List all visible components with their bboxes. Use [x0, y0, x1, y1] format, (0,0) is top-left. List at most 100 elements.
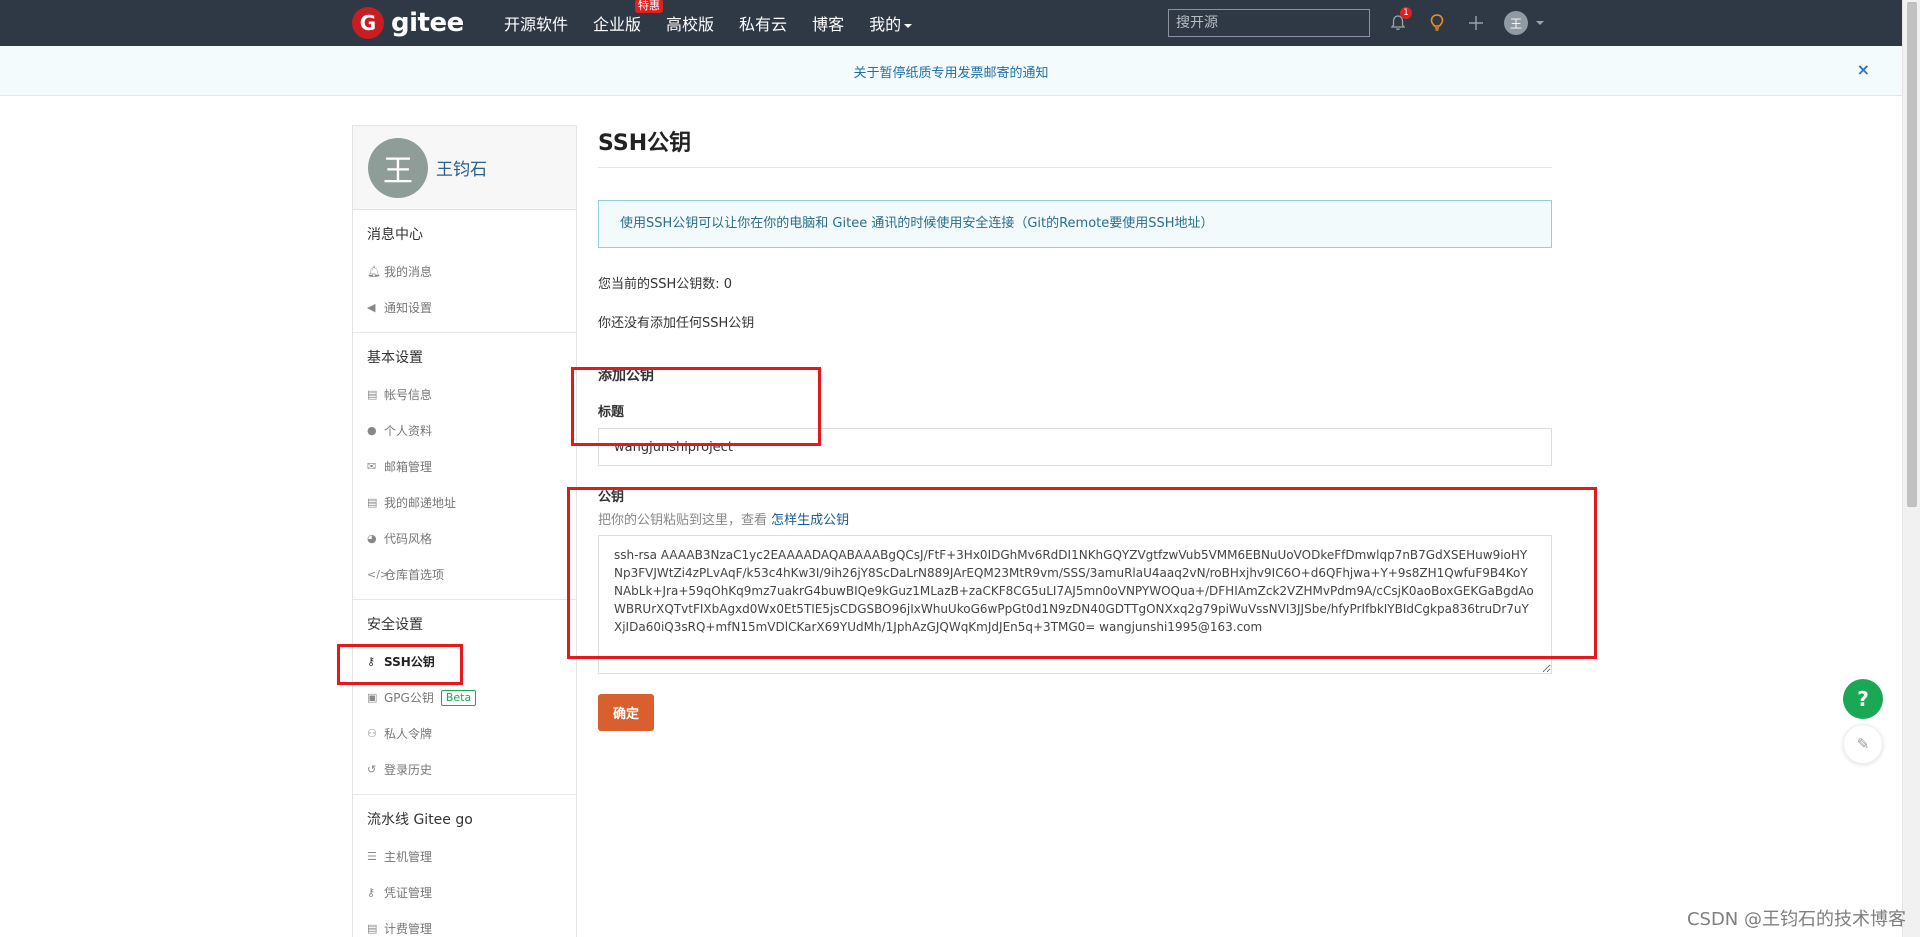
chevron-down-icon[interactable]	[1536, 21, 1544, 25]
sidebar-item-code-style[interactable]: ◕ 代码风格	[367, 521, 576, 557]
sidebar-item-label: 主机管理	[384, 850, 433, 864]
nav-link-opensource[interactable]: 开源软件	[504, 11, 568, 35]
hint-text: 把你的公钥粘贴到这里，查看	[598, 513, 768, 528]
sidebar-item-label: 通知设置	[384, 301, 433, 315]
nav-link-university[interactable]: 高校版	[666, 11, 714, 35]
sidebar-item-label: 凭证管理	[384, 886, 433, 900]
nav-link-enterprise-label: 企业版	[593, 15, 642, 34]
bell-icon: 🔔︎	[367, 265, 381, 278]
sidebar-section-title: 消息中心	[367, 227, 423, 243]
nav-link-private-cloud[interactable]: 私有云	[739, 11, 787, 35]
sidebar-section-security: 安全设置 ⚷ SSH公钥 ▣ GPG公钥 Beta ⚇ 私人令牌 ↺ 登录历史	[353, 600, 576, 795]
sidebar-item-my-messages[interactable]: 🔔︎ 我的消息	[367, 254, 576, 290]
sidebar-item-ssh-keys[interactable]: ⚷ SSH公钥	[367, 644, 576, 680]
key-icon: ⚷	[367, 655, 376, 668]
avatar[interactable]: 王	[368, 137, 428, 198]
settings-sidebar: 王 王钧石 消息中心 🔔︎ 我的消息 ◀ 通知设置 基本设置 ▤ 帐号信息 ● 个人资料…	[352, 125, 577, 937]
token-icon: ⚇	[367, 727, 377, 740]
sidebar-item-profile[interactable]: ● 个人资料	[367, 413, 576, 449]
nav-link-blog[interactable]: 博客	[812, 11, 844, 35]
history-icon: ↺	[367, 763, 377, 776]
sidebar-item-label: 我的邮递地址	[384, 496, 457, 510]
envelope-icon: ✉	[367, 460, 377, 473]
sidebar-section-title: 安全设置	[367, 617, 423, 633]
info-alert: 使用SSH公钥可以让你在你的电脑和 Gitee 通讯的时候使用安全连接（Git的…	[598, 200, 1552, 248]
sidebar-item-label: 帐号信息	[384, 388, 433, 402]
profile-header: 王 王钧石	[353, 126, 576, 210]
notification-count-badge: 1	[1400, 7, 1412, 19]
id-card-icon: ▤	[367, 388, 378, 401]
sidebar-item-label: SSH公钥	[384, 655, 435, 669]
sidebar-section-basic: 基本设置 ▤ 帐号信息 ● 个人资料 ✉ 邮箱管理 ▤ 我的邮递地址 ◕ 代码风格 </>…	[353, 333, 576, 600]
sidebar-section-messages: 消息中心 🔔︎ 我的消息 ◀ 通知设置	[353, 210, 576, 333]
sidebar-item-billing[interactable]: ▤ 计费管理	[367, 911, 576, 937]
sidebar-section-title: 基本设置	[367, 350, 423, 366]
public-key-textarea[interactable]: ssh-rsa AAAAB3NzaC1yc2EAAAADAQABAAABgQCs…	[598, 535, 1552, 674]
sidebar-item-account-info[interactable]: ▤ 帐号信息	[367, 377, 576, 413]
billing-icon: ▤	[367, 922, 378, 935]
key-title-input[interactable]	[598, 428, 1552, 466]
sidebar-item-label: 个人资料	[384, 424, 433, 438]
palette-icon: ◕	[367, 532, 377, 545]
user-avatar-menu[interactable]: 王	[1504, 11, 1528, 35]
close-icon[interactable]: ×	[1857, 60, 1870, 79]
avatar: 王	[1504, 11, 1528, 35]
nav-link-mine-label: 我的	[869, 15, 902, 34]
sidebar-item-label: 仓库首选项	[384, 568, 445, 582]
sidebar-item-notification-settings[interactable]: ◀ 通知设置	[367, 290, 576, 326]
notice-banner: 关于暂停纸质专用发票邮寄的通知 ×	[0, 46, 1902, 96]
lightbulb-icon[interactable]	[1425, 11, 1449, 35]
plus-icon[interactable]	[1464, 11, 1488, 35]
sidebar-item-label: 登录历史	[384, 763, 433, 777]
public-key-label: 公钥	[598, 490, 625, 505]
beta-badge: Beta	[440, 690, 477, 706]
code-icon: </>	[367, 568, 390, 581]
bell-icon[interactable]: 1	[1386, 7, 1412, 35]
sidebar-section-pipeline: 流水线 Gitee go ☰ 主机管理 ⚷ 凭证管理 ▤ 计费管理	[353, 795, 576, 937]
id-card-icon: ▤	[367, 496, 378, 509]
nav-link-mine[interactable]: 我的	[869, 11, 913, 35]
sidebar-item-gpg-keys[interactable]: ▣ GPG公钥 Beta	[367, 680, 576, 716]
hot-badge: 特惠	[635, 0, 664, 13]
gitee-logo-icon: G	[352, 7, 384, 39]
top-navbar: G gitee 开源软件 企业版 特惠 高校版 私有云 博客 我的 1 王	[0, 0, 1902, 46]
sidebar-item-address[interactable]: ▤ 我的邮递地址	[367, 485, 576, 521]
sidebar-item-label: 代码风格	[384, 532, 433, 546]
empty-state-text: 你还没有添加任何SSH公钥	[598, 316, 755, 331]
lock-icon: ▣	[367, 691, 378, 704]
sidebar-item-label: 邮箱管理	[384, 460, 433, 474]
scrollbar-thumb[interactable]	[1907, 2, 1917, 507]
sidebar-item-label: 我的消息	[384, 265, 433, 279]
sidebar-item-host-management[interactable]: ☰ 主机管理	[367, 839, 576, 875]
page-title: SSH公钥	[598, 125, 1552, 168]
gitee-logo[interactable]: G gitee	[352, 7, 464, 39]
sidebar-item-credentials[interactable]: ⚷ 凭证管理	[367, 875, 576, 911]
confirm-button[interactable]: 确定	[598, 694, 654, 731]
search-input[interactable]	[1168, 9, 1370, 37]
server-icon: ☰	[367, 850, 377, 863]
sidebar-item-tokens[interactable]: ⚇ 私人令牌	[367, 716, 576, 752]
gitee-logo-text: gitee	[391, 8, 464, 38]
page-scrollbar[interactable]	[1902, 0, 1920, 937]
sidebar-item-label: 计费管理	[384, 922, 433, 936]
key-icon: ⚷	[367, 886, 376, 899]
nav-links: 开源软件 企业版 特惠 高校版 私有云 博客 我的	[504, 0, 937, 46]
sidebar-item-login-history[interactable]: ↺ 登录历史	[367, 752, 576, 788]
banner-text[interactable]: 关于暂停纸质专用发票邮寄的通知	[0, 62, 1902, 81]
user-icon: ●	[367, 424, 377, 437]
sidebar-item-label: 私人令牌	[384, 727, 433, 741]
watermark-text: CSDN @王钧石的技术博客	[1686, 909, 1906, 930]
username-link[interactable]: 王钧石	[436, 155, 487, 180]
sidebar-item-repo-preferences[interactable]: </> 仓库首选项	[367, 557, 576, 593]
sidebar-section-title: 流水线 Gitee go	[367, 812, 473, 828]
feedback-edit-icon[interactable]: ✎	[1843, 724, 1883, 764]
help-button[interactable]: ?	[1843, 679, 1883, 719]
how-to-generate-link[interactable]: 怎样生成公钥	[771, 513, 849, 528]
nav-link-enterprise[interactable]: 企业版 特惠	[593, 0, 664, 35]
sidebar-item-email[interactable]: ✉ 邮箱管理	[367, 449, 576, 485]
public-key-hint: 把你的公钥粘贴到这里，查看 怎样生成公钥	[598, 509, 1552, 528]
speaker-icon: ◀	[367, 301, 376, 314]
title-label: 标题	[598, 405, 625, 420]
ssh-key-count: 您当前的SSH公钥数: 0	[598, 277, 733, 292]
sidebar-item-label: GPG公钥	[384, 691, 434, 705]
